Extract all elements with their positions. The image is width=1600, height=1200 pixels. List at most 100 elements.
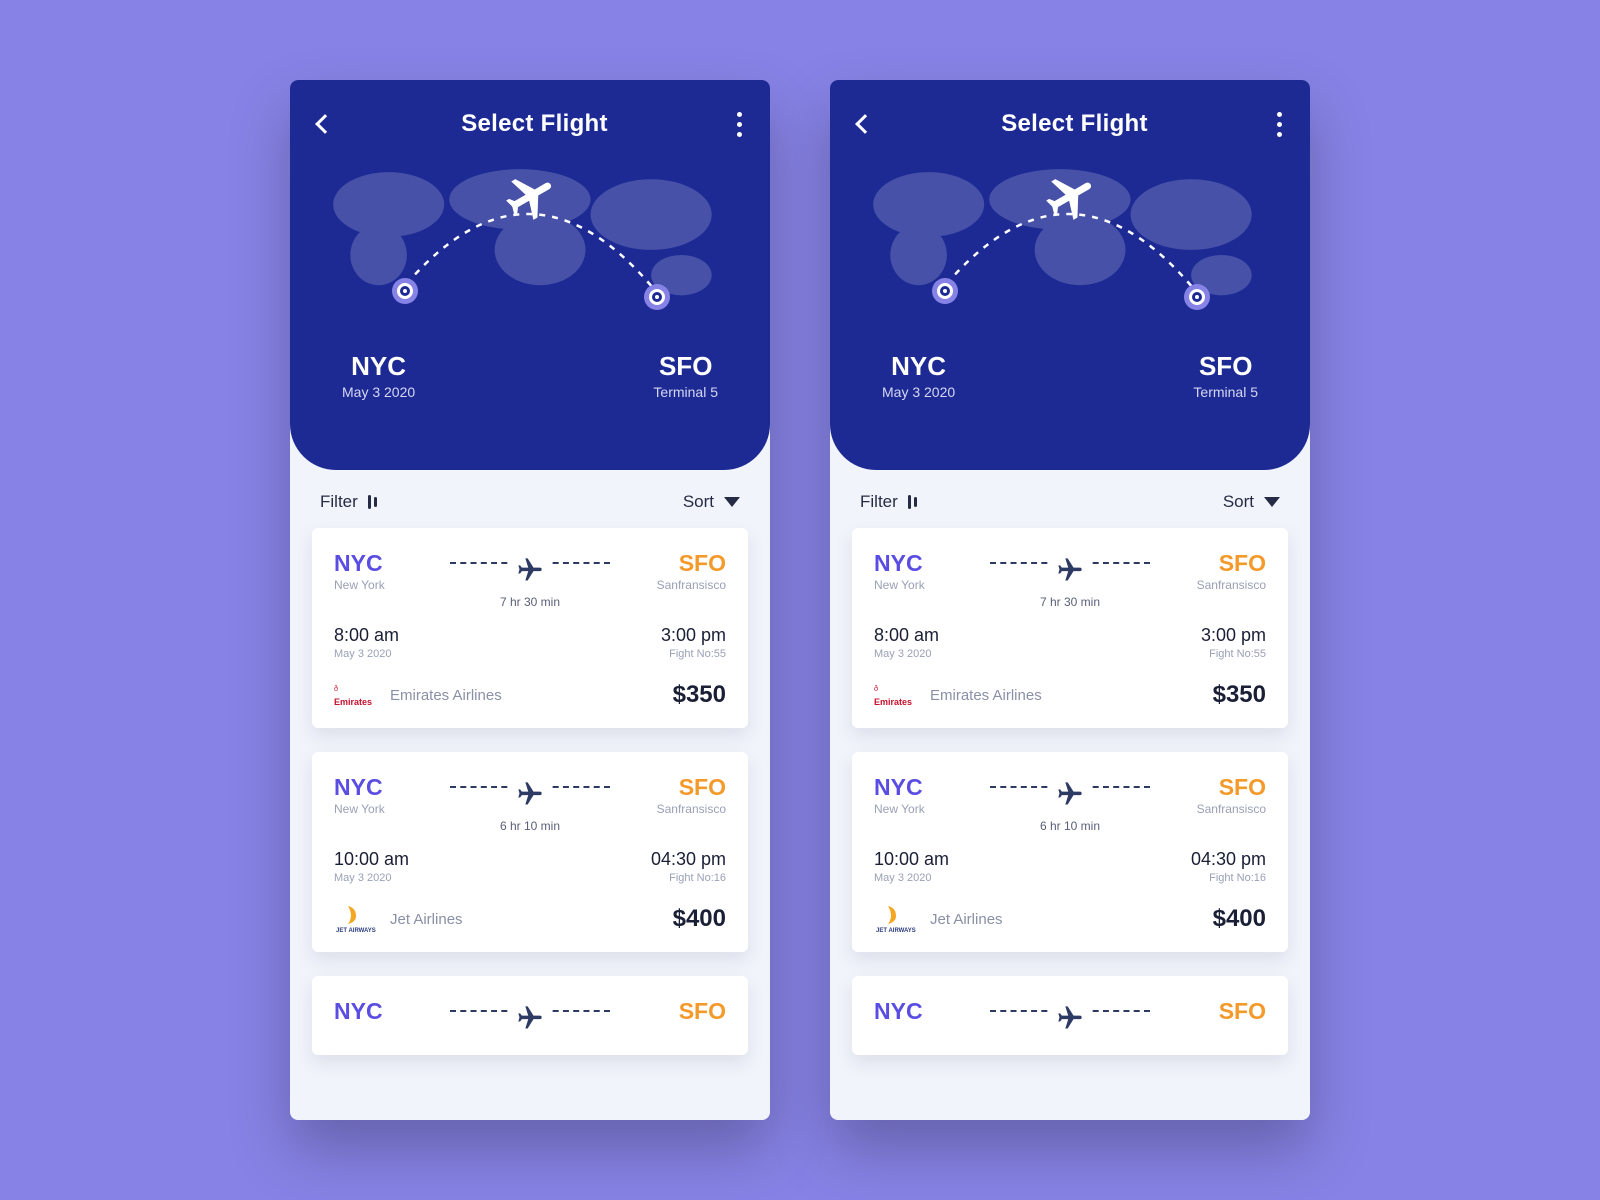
origin-code: NYC	[342, 351, 415, 382]
arrive-sub: Fight No:55	[1201, 648, 1266, 660]
origin-info: NYC May 3 2020	[882, 351, 955, 400]
depart-sub: May 3 2020	[334, 648, 399, 660]
to-code: SFO	[1156, 550, 1266, 577]
caret-down-icon	[1264, 497, 1280, 507]
price-label: $400	[1213, 905, 1266, 933]
to-code: SFO	[616, 998, 726, 1025]
arrive-time: 3:00 pm	[1201, 625, 1266, 646]
more-menu-button[interactable]	[737, 112, 742, 137]
airline-name: Jet Airlines	[390, 911, 463, 928]
svg-text:Emirates: Emirates	[334, 697, 372, 707]
to-code: SFO	[616, 550, 726, 577]
depart-time: 10:00 am	[874, 849, 949, 870]
airplane-icon	[1050, 780, 1090, 808]
to-city: Sanfransisco	[616, 802, 726, 816]
flight-card[interactable]: NYC New York 6 hr 10 min SFO Sanfransisc…	[312, 752, 748, 952]
from-code: NYC	[334, 774, 444, 801]
back-button[interactable]	[315, 114, 335, 134]
from-city: New York	[334, 578, 444, 592]
duration-label: 6 hr 10 min	[444, 819, 616, 833]
flight-list: NYC New York 7 hr 30 min SFO Sanfransisc…	[290, 528, 770, 1055]
depart-sub: May 3 2020	[334, 872, 409, 884]
svg-text:ð: ð	[874, 684, 878, 693]
route-map	[858, 154, 1282, 334]
filter-icon	[368, 495, 377, 509]
to-code: SFO	[616, 774, 726, 801]
airplane-icon	[1043, 169, 1099, 225]
destination-code: SFO	[653, 351, 718, 382]
to-city: Sanfransisco	[1156, 802, 1266, 816]
airplane-icon	[510, 780, 550, 808]
airline-name: Emirates Airlines	[930, 687, 1042, 704]
to-code: SFO	[1156, 774, 1266, 801]
from-code: NYC	[334, 998, 444, 1025]
airline-logo: JET AIRWAYS	[334, 904, 376, 934]
airplane-icon	[1050, 1004, 1090, 1032]
sort-button[interactable]: Sort	[683, 492, 740, 512]
from-code: NYC	[874, 550, 984, 577]
duration-label: 7 hr 30 min	[984, 595, 1156, 609]
destination-info: SFO Terminal 5	[653, 351, 718, 400]
depart-sub: May 3 2020	[874, 872, 949, 884]
flight-card[interactable]: NYC New York 7 hr 30 min SFO Sanfransisc…	[312, 528, 748, 728]
arrive-sub: Fight No:55	[661, 648, 726, 660]
sort-button[interactable]: Sort	[1223, 492, 1280, 512]
destination-sub: Terminal 5	[1193, 384, 1258, 400]
origin-info: NYC May 3 2020	[342, 351, 415, 400]
airline-name: Jet Airlines	[930, 911, 1003, 928]
destination-pin	[1184, 284, 1210, 310]
arrive-time: 04:30 pm	[1191, 849, 1266, 870]
destination-sub: Terminal 5	[653, 384, 718, 400]
destination-code: SFO	[1193, 351, 1258, 382]
price-label: $350	[1213, 681, 1266, 709]
origin-sub: May 3 2020	[882, 384, 955, 400]
phone-screen: Select Flight NYC May 3 2	[290, 80, 770, 1120]
origin-code: NYC	[882, 351, 955, 382]
airplane-icon	[510, 556, 550, 584]
airline-logo: JET AIRWAYS	[874, 904, 916, 934]
from-city: New York	[874, 802, 984, 816]
hero-header: Select Flight NYC May 3 2	[290, 80, 770, 470]
svg-text:JET AIRWAYS: JET AIRWAYS	[336, 928, 376, 934]
from-city: New York	[334, 802, 444, 816]
arrive-sub: Fight No:16	[651, 872, 726, 884]
airline-logo: ðEmirates	[334, 680, 376, 710]
flight-card[interactable]: NYC New York 6 hr 10 min SFO Sanfransisc…	[852, 752, 1288, 952]
airplane-icon	[510, 1004, 550, 1032]
origin-sub: May 3 2020	[342, 384, 415, 400]
more-menu-button[interactable]	[1277, 112, 1282, 137]
svg-text:JET AIRWAYS: JET AIRWAYS	[876, 928, 916, 934]
flight-card[interactable]: NYC New York 7 hr 30 min SFO Sanfransisc…	[852, 528, 1288, 728]
airline-name: Emirates Airlines	[390, 687, 502, 704]
origin-pin	[392, 278, 418, 304]
arrive-sub: Fight No:16	[1191, 872, 1266, 884]
hero-header: Select Flight NYC May 3 2	[830, 80, 1310, 470]
filter-label: Filter	[320, 492, 358, 512]
flight-card[interactable]: NYC SFO	[852, 976, 1288, 1055]
filter-button[interactable]: Filter	[320, 492, 377, 512]
to-city: Sanfransisco	[1156, 578, 1266, 592]
duration-label: 7 hr 30 min	[444, 595, 616, 609]
arrive-time: 3:00 pm	[661, 625, 726, 646]
sort-label: Sort	[683, 492, 714, 512]
filter-icon	[908, 495, 917, 509]
back-button[interactable]	[855, 114, 875, 134]
to-city: Sanfransisco	[616, 578, 726, 592]
flight-card[interactable]: NYC SFO	[312, 976, 748, 1055]
caret-down-icon	[724, 497, 740, 507]
airline-logo: ð Emirates	[874, 680, 916, 710]
svg-text:Emirates: Emirates	[874, 697, 912, 707]
route-map	[318, 154, 742, 334]
page-title: Select Flight	[461, 110, 608, 138]
from-city: New York	[874, 578, 984, 592]
from-code: NYC	[334, 550, 444, 577]
page-title: Select Flight	[1001, 110, 1148, 138]
arrive-time: 04:30 pm	[651, 849, 726, 870]
from-code: NYC	[874, 774, 984, 801]
depart-sub: May 3 2020	[874, 648, 939, 660]
destination-pin	[644, 284, 670, 310]
depart-time: 8:00 am	[334, 625, 399, 646]
price-label: $400	[673, 905, 726, 933]
duration-label: 6 hr 10 min	[984, 819, 1156, 833]
filter-button[interactable]: Filter	[860, 492, 917, 512]
